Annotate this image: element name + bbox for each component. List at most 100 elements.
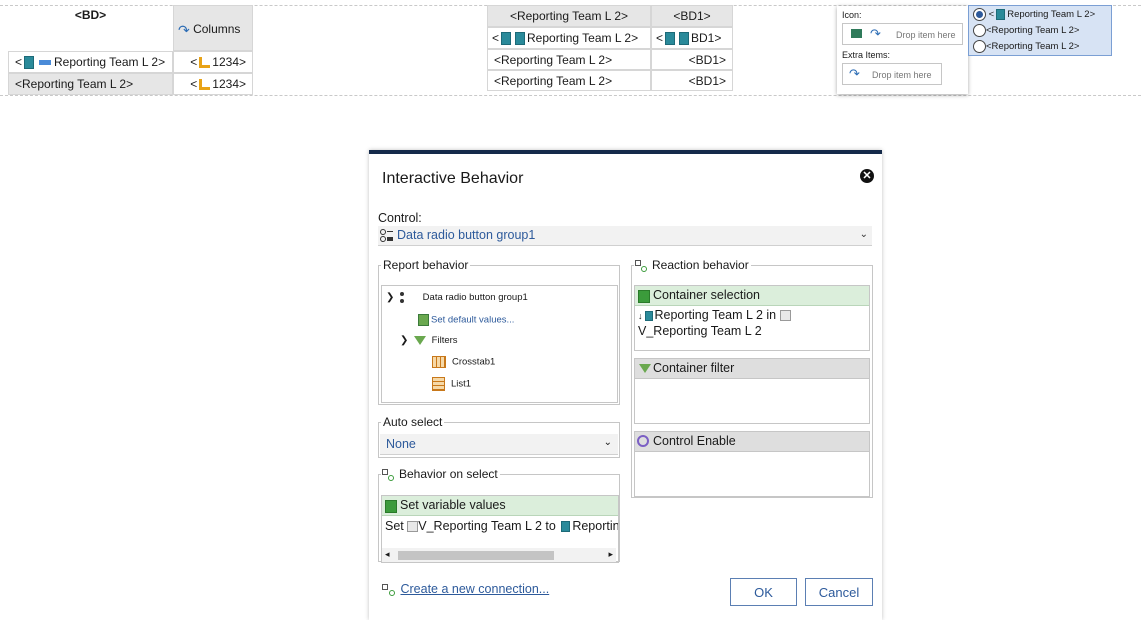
list-cell[interactable]: <BD1>: [651, 49, 733, 70]
container-filter-bar[interactable]: Container filter: [635, 359, 869, 379]
set-variable-values-bar[interactable]: Set variable values: [382, 496, 618, 516]
report-behavior-group: Report behavior ❯ Data radio button grou…: [378, 257, 620, 405]
crosstab-cell-2[interactable]: <1234>: [173, 73, 253, 95]
extra-items-drop-zone[interactable]: ↷ Drop item here: [842, 63, 942, 85]
list-cell[interactable]: <Reporting Team L 2>: [487, 49, 651, 70]
tree-node-label: List1: [451, 378, 472, 390]
scroll-right-icon[interactable]: ▸: [608, 549, 613, 560]
filter-icon: [414, 335, 427, 345]
crosstab-row-header-2[interactable]: <Reporting Team L 2>: [8, 73, 173, 95]
control-select[interactable]: Data radio button group1 ⌄: [378, 226, 872, 246]
control-enable-bar[interactable]: Control Enable: [635, 432, 869, 452]
query-item-icon: [996, 9, 1006, 20]
container-selection-label: Container selection: [653, 288, 761, 302]
crosstab-columns-header[interactable]: ↷ Columns: [173, 5, 253, 51]
set-variable-content: Set V_Reporting Team L 2 to Reporting: [385, 519, 619, 533]
set-variable-icon: [418, 314, 429, 326]
report-behavior-legend: Report behavior: [381, 257, 471, 273]
tree-node[interactable]: List1: [432, 377, 471, 391]
create-connection-link[interactable]: Create a new connection...: [400, 582, 549, 596]
crosstab-icon: [432, 356, 446, 368]
cell-value: 1234>: [212, 55, 246, 69]
tree-node[interactable]: Crosstab1: [432, 356, 495, 368]
radio-label: <Reporting Team L 2>: [986, 25, 1080, 37]
behavior-on-select-group: Behavior on select Set variable values S…: [378, 466, 620, 563]
row-prefix: <: [492, 31, 500, 45]
content-target: Reporting: [572, 519, 619, 533]
fact-icon: [199, 79, 211, 91]
report-behavior-tree[interactable]: ❯ Data radio button group1 Set default v…: [381, 285, 618, 403]
list-cell-text: BD1>: [691, 31, 722, 45]
radio-option[interactable]: <Reporting Team L 2>: [973, 8, 1095, 22]
list-cell[interactable]: <Reporting Team L 2>: [487, 70, 651, 91]
radio-selected-icon[interactable]: [973, 8, 986, 21]
cancel-button[interactable]: Cancel: [805, 578, 873, 606]
icon-drop-zone[interactable]: ↷ Drop item here: [842, 23, 963, 45]
container-selection-bar[interactable]: Container selection: [635, 286, 869, 306]
radio-button-group[interactable]: < Reporting Team L 2> <Reporting Team L 2…: [968, 5, 1112, 56]
drop-arrow-icon: ↷: [849, 66, 860, 81]
control-enable-panel[interactable]: Control Enable: [634, 431, 870, 497]
close-icon[interactable]: ✕: [860, 169, 874, 183]
list-icon: [432, 377, 445, 391]
chevron-down-icon: ❯: [400, 335, 409, 346]
list-cell[interactable]: < Reporting Team L 2>: [487, 27, 651, 49]
radio-unselected-icon[interactable]: [973, 40, 986, 53]
radio-group-control-icon: [380, 229, 393, 242]
chevron-down-icon: ⌄: [603, 437, 612, 448]
horizontal-scrollbar[interactable]: ◂ ▸: [382, 548, 616, 562]
tree-node-label: Filters: [431, 335, 458, 346]
tree-node[interactable]: Set default values...: [418, 314, 514, 326]
list-cell-text: Reporting Team L 2>: [527, 31, 639, 45]
crosstab-columns-label: Columns: [193, 22, 241, 36]
icon-label: Icon:: [842, 10, 862, 20]
crosstab-cell-1[interactable]: <1234>: [173, 51, 253, 73]
control-enable-icon: [637, 435, 649, 447]
control-select-value: Data radio button group1: [397, 228, 536, 242]
query-item-icon: [501, 32, 512, 46]
list-header-2[interactable]: <BD1>: [651, 5, 733, 27]
auto-select-legend: Auto select: [381, 414, 445, 430]
auto-select-dropdown[interactable]: None ⌄: [380, 434, 618, 455]
scrollbar-thumb[interactable]: [398, 551, 554, 560]
tree-node[interactable]: ❯ Filters: [400, 335, 458, 346]
list-cell[interactable]: <BD1>: [651, 70, 733, 91]
list-cell[interactable]: < BD1>: [651, 27, 733, 49]
ok-button[interactable]: OK: [730, 578, 797, 606]
container-selection-icon: [638, 290, 650, 303]
radio-unselected-icon[interactable]: [973, 24, 986, 37]
radio-option[interactable]: <Reporting Team L 2>: [973, 40, 1079, 54]
radio-label: <Reporting Team L 2>: [986, 41, 1080, 53]
container-filter-panel[interactable]: Container filter: [634, 358, 870, 424]
radio-label: Reporting Team L 2>: [1007, 9, 1096, 21]
reaction-behavior-legend: Reaction behavior: [634, 257, 751, 273]
variable-icon: [779, 310, 791, 322]
icon-drop-panel[interactable]: Icon: ↷ Drop item here Extra Items: ↷ Dr…: [837, 6, 968, 94]
behavior-on-select-legend: Behavior on select: [381, 466, 500, 482]
create-connection-row[interactable]: Create a new connection...: [382, 582, 549, 596]
query-item-icon: [561, 521, 571, 533]
tree-node[interactable]: ❯ Data radio button group1: [386, 292, 528, 303]
reaction-behavior-group: Reaction behavior Container selection ↓ R…: [631, 257, 873, 498]
control-enable-label: Control Enable: [653, 434, 736, 448]
tree-node-label: Crosstab1: [452, 356, 496, 368]
scroll-left-icon[interactable]: ◂: [385, 549, 390, 560]
behavior-on-select-panel[interactable]: Set variable values Set V_Reporting Team…: [381, 495, 619, 563]
interactive-behavior-dialog: Interactive Behavior ✕ Control: Data rad…: [369, 150, 882, 620]
variable-icon: [407, 521, 419, 533]
canvas-divider-bottom: [0, 95, 1141, 96]
connection-icon: [635, 260, 647, 272]
new-connection-icon: [382, 583, 395, 596]
set-variable-icon: [385, 500, 397, 513]
control-label: Control:: [378, 211, 422, 225]
cell-value: 1234>: [212, 77, 246, 91]
radio-option[interactable]: <Reporting Team L 2>: [973, 24, 1079, 38]
list-header-1[interactable]: <Reporting Team L 2>: [487, 5, 651, 27]
dialog-title: Interactive Behavior: [382, 170, 524, 187]
container-selection-panel[interactable]: Container selection ↓ Reporting Team L 2 …: [634, 285, 870, 351]
crosstab-corner[interactable]: <BD>: [8, 5, 173, 51]
row-label: Reporting Team L 2>: [54, 55, 166, 69]
fact-icon: [199, 57, 211, 69]
crosstab-row-header-1[interactable]: < Reporting Team L 2>: [8, 51, 173, 73]
row-prefix: <: [656, 31, 664, 45]
